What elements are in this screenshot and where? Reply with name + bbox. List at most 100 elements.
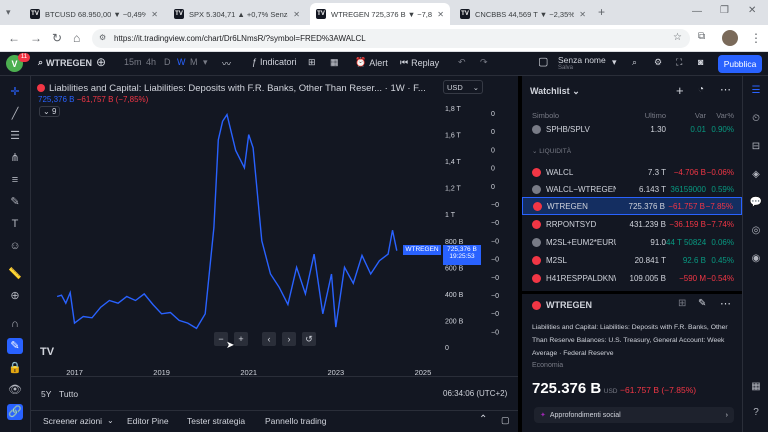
tab-search-icon[interactable]: ▾ (6, 7, 18, 19)
settings-icon[interactable]: ⚙ (654, 57, 662, 68)
fullscreen-icon[interactable]: ⛶ (676, 57, 682, 68)
watchlist-title-button[interactable]: Watchlist ⌄ (530, 86, 580, 97)
chevron-up-icon[interactable]: ⌃ (479, 414, 487, 425)
advanced-view-icon[interactable]: ◔ (698, 84, 704, 95)
emoji-icon[interactable]: ☺ (7, 238, 23, 254)
pitchfork-icon[interactable]: ⋔ (7, 150, 23, 166)
col-change[interactable]: Var (666, 111, 706, 120)
browser-tab-4[interactable]: TV CNCBBS 44,569 T ▼ −2,35% Se ✕ (454, 3, 592, 25)
templates-icon[interactable]: ⊞ (308, 57, 316, 68)
section-header-liquidita[interactable]: ⌄ LIQUIDITÀ (532, 147, 571, 155)
layout-rect-icon[interactable]: ▢ (538, 55, 548, 68)
browser-tab-2[interactable]: TV SPX 5.304,71 ▲ +0,7% Senza n ✕ (168, 3, 306, 25)
extensions-icon[interactable]: ⧉ (698, 31, 705, 42)
add-symbol-icon[interactable]: + (676, 83, 684, 98)
profile-avatar[interactable] (722, 30, 738, 46)
home-icon[interactable]: ⌂ (73, 31, 80, 45)
symbol-search-button[interactable]: ⌕ WTREGEN (38, 57, 92, 68)
watchlist-icon[interactable]: ☰ (749, 84, 763, 98)
tab-trading-panel[interactable]: Pannello trading (265, 416, 326, 426)
stay-in-drawing-icon[interactable]: ✎ (7, 338, 23, 354)
tab-strategy-tester[interactable]: Tester strategia (187, 416, 245, 426)
ruler-icon[interactable]: 📏 (7, 266, 23, 282)
trend-line-icon[interactable]: ╱ (7, 106, 23, 122)
col-change-pct[interactable]: Var% (706, 111, 742, 120)
layout-name-button[interactable]: Senza nome Salva (558, 55, 606, 71)
horizontal-lines-icon[interactable]: ☰ (7, 128, 23, 144)
tab-stock-screener[interactable]: Screener azioni (43, 416, 102, 426)
indicators-button[interactable]: ƒ Indicatori (252, 57, 297, 67)
url-field[interactable]: ⚙ https://it.tradingview.com/chart/Dr6LN… (92, 29, 690, 48)
ideas-icon[interactable]: ◎ (749, 224, 763, 238)
new-tab-button[interactable]: + (598, 5, 605, 19)
details-symbol-button[interactable]: WTREGEN (532, 300, 592, 310)
text-icon[interactable]: T (7, 216, 23, 232)
tab-pine-editor[interactable]: Editor Pine (127, 416, 169, 426)
chart-pane[interactable]: Liabilities and Capital: Liabilities: De… (31, 76, 518, 376)
undo-icon[interactable]: ↶ (458, 57, 466, 68)
range-5y-button[interactable]: 5Y (41, 389, 51, 399)
calendar-icon[interactable]: ▦ (749, 380, 763, 394)
streams-icon[interactable]: ◉ (749, 252, 763, 266)
zoom-in-icon[interactable]: ⊕ (7, 288, 23, 304)
alerts-clock-icon[interactable]: ⏲ (749, 112, 763, 126)
link-icon[interactable]: 🔗 (7, 404, 23, 420)
alert-button[interactable]: ⏰ Alert (355, 57, 388, 68)
browser-menu-icon[interactable]: ⋮ (750, 31, 762, 45)
close-tab-icon[interactable]: ✕ (579, 10, 586, 19)
minimize-icon[interactable]: — (692, 6, 702, 17)
scroll-right-icon[interactable]: › (282, 332, 296, 346)
maximize-panel-icon[interactable]: ▢ (501, 415, 510, 426)
data-window-icon[interactable]: ⊟ (749, 140, 763, 154)
social-insights-button[interactable]: ✦ Approfondimenti social › (534, 407, 734, 423)
reset-chart-icon[interactable]: ↺ (302, 332, 316, 346)
interval-w[interactable]: W (177, 57, 186, 67)
close-window-icon[interactable]: ✕ (748, 5, 756, 16)
magnet-icon[interactable]: ∩ (7, 316, 23, 332)
chat-icon[interactable]: 💬 (749, 196, 763, 210)
back-icon[interactable]: ← (8, 31, 20, 45)
redo-icon[interactable]: ↷ (480, 57, 488, 68)
layout-grid-icon[interactable]: ⊞ (678, 298, 686, 309)
crosshair-icon[interactable]: ✛ (7, 84, 23, 100)
close-tab-icon[interactable]: ✕ (151, 10, 158, 19)
more-options-icon[interactable]: ⋯ (720, 83, 731, 96)
screener-dropdown-icon[interactable]: ⌄ (107, 416, 114, 425)
bookmark-star-icon[interactable]: ☆ (673, 32, 682, 43)
scroll-left-icon[interactable]: ‹ (262, 332, 276, 346)
interval-4h[interactable]: 4h (146, 57, 156, 67)
watchlist-row[interactable]: WTREGEN 725.376 B −61.757 B −7.85% (522, 197, 742, 215)
col-last[interactable]: Ultimo (616, 111, 666, 120)
brush-icon[interactable]: ✎ (7, 194, 23, 210)
browser-tab-active[interactable]: TV WTREGEN 725,376 B ▼ −7,85% ✕ (310, 3, 450, 25)
replay-button[interactable]: ⏮ Replay (400, 57, 439, 68)
quick-search-icon[interactable]: ⌕ (632, 57, 637, 68)
details-more-icon[interactable]: ⋯ (720, 297, 731, 310)
interval-15m[interactable]: 15m (124, 57, 142, 67)
layout-dropdown-icon[interactable]: ▾ (612, 57, 617, 68)
chart-type-icon[interactable]: 〰 (222, 57, 231, 70)
publish-button[interactable]: Pubblica (718, 55, 762, 73)
reload-icon[interactable]: ↻ (52, 31, 62, 45)
lock-icon[interactable]: 🔒 (7, 360, 23, 376)
maximize-icon[interactable]: ❐ (720, 5, 729, 16)
watchlist-row[interactable]: H41RESPPALDKNW 109.005 B −590 M −0.54% (522, 269, 742, 287)
close-tab-icon[interactable]: ✕ (293, 10, 300, 19)
snapshot-icon[interactable]: ◙ (698, 57, 703, 67)
watchlist-row[interactable]: RRPONTSYD 431.239 B −36.159 B −7.74% (522, 215, 742, 233)
browser-tab-1[interactable]: TV BTCUSD 68.950,00 ▼ −0,49% Se ✕ (24, 3, 164, 25)
close-tab-icon[interactable]: ✕ (437, 10, 444, 19)
layouts-icon[interactable]: ▦ (330, 57, 339, 68)
eye-icon[interactable]: 👁 (7, 382, 23, 398)
zoom-in-icon[interactable]: + (234, 332, 248, 346)
interval-dropdown-icon[interactable]: ▾ (203, 57, 208, 68)
interval-m[interactable]: M (190, 57, 198, 67)
clock-display[interactable]: 06:34:06 (UTC+2) (443, 389, 507, 398)
layers-icon[interactable]: ◈ (749, 168, 763, 182)
price-chart-svg[interactable]: 1,8 T1,6 T1,4 T1,2 T1 T800 B600 B400 B20… (31, 76, 518, 376)
watchlist-row[interactable]: WALCL−WTREGEN−R 6.143 T 36159000 0.59% (522, 180, 742, 198)
forward-icon[interactable]: → (30, 31, 42, 45)
watchlist-row[interactable]: M2SL 20.841 T 92.6 B 0.45% (522, 251, 742, 269)
compare-add-button[interactable]: ⊕ (96, 55, 106, 69)
edit-note-icon[interactable]: ✎ (698, 298, 706, 309)
